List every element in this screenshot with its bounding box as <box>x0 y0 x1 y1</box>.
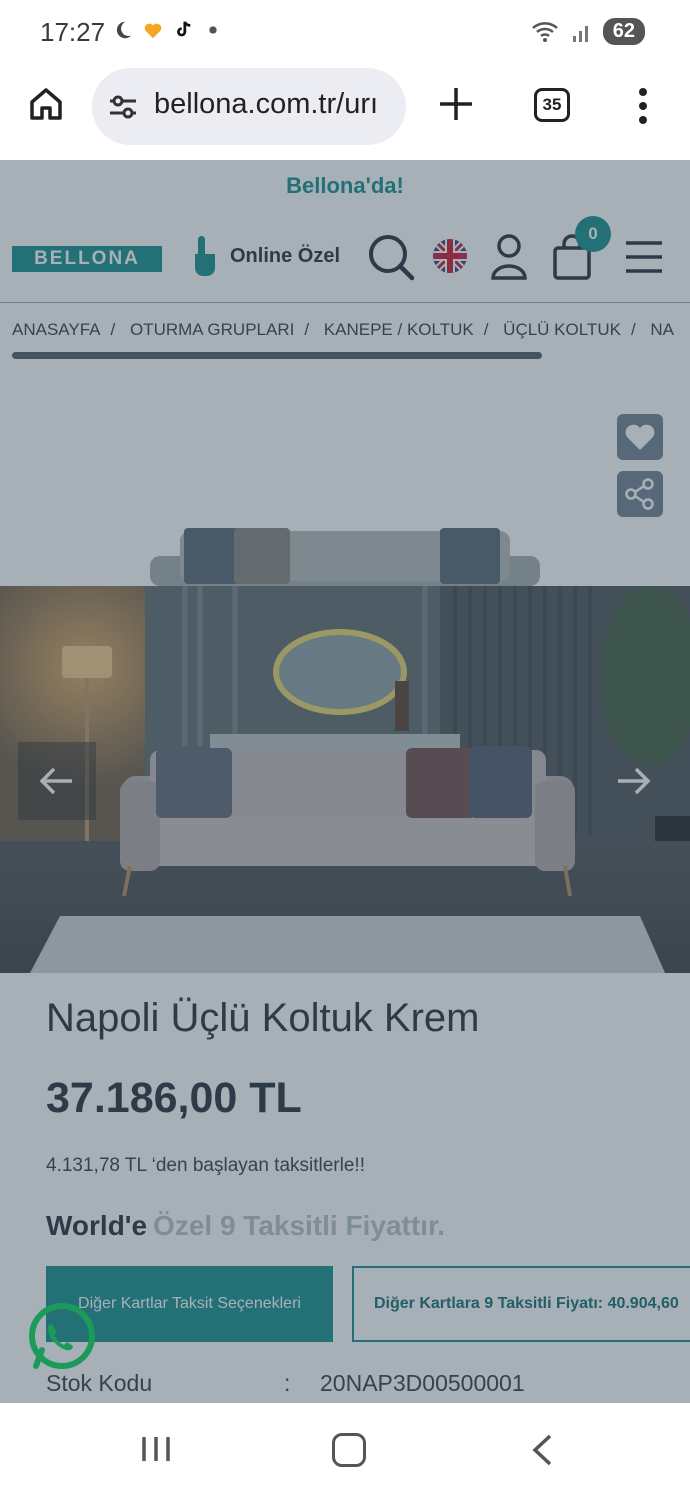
dot-icon <box>209 26 217 34</box>
breadcrumb-separator: / <box>304 320 310 339</box>
more-vert-icon[interactable] <box>636 86 650 126</box>
wifi-icon <box>531 21 558 42</box>
search-icon[interactable] <box>366 232 416 282</box>
promo-banner[interactable]: Bellona'da! <box>0 160 690 212</box>
product-image-carousel[interactable] <box>0 586 690 973</box>
heart-app-icon <box>144 23 162 39</box>
breadcrumb-item[interactable]: ANASAYFA <box>12 320 101 339</box>
installment-text: 4.131,78 TL ‘den başlayan taksitlerle!! <box>46 1155 365 1176</box>
favorite-button[interactable] <box>617 414 663 460</box>
status-time: 17:27 <box>40 17 106 47</box>
carousel-next-button[interactable] <box>594 742 672 820</box>
sofa-preview-image <box>150 528 540 586</box>
product-photo <box>0 586 690 973</box>
breadcrumb-separator: / <box>630 320 636 339</box>
product-title: Napoli Üçlü Koltuk Krem <box>46 996 480 1040</box>
system-nav-bar <box>0 1403 690 1495</box>
tune-icon[interactable] <box>108 92 138 122</box>
moon-icon <box>116 21 132 39</box>
recents-icon[interactable] <box>140 1435 172 1463</box>
status-notification-icons <box>112 18 224 42</box>
worlds-prefix: World'e <box>46 1210 148 1241</box>
arrow-right-icon <box>618 767 651 795</box>
battery-indicator: 62 <box>602 18 645 45</box>
back-icon[interactable] <box>530 1433 554 1467</box>
status-bar: 17:27 62 <box>0 0 690 66</box>
url-text: bellona.com.tr/urı <box>154 88 379 120</box>
whatsapp-icon[interactable] <box>24 1300 100 1376</box>
cart-count-badge: 0 <box>575 216 611 252</box>
user-icon[interactable] <box>490 232 528 282</box>
share-icon <box>625 478 654 510</box>
breadcrumb: ANASAYFA / OTURMA GRUPLARI / KANEPE / KOLT… <box>12 320 684 340</box>
uk-flag-icon[interactable] <box>432 238 468 274</box>
hamburger-icon[interactable] <box>624 240 664 274</box>
home-icon[interactable] <box>26 84 66 124</box>
breadcrumb-item[interactable]: ÜÇLÜ KOLTUK <box>503 320 621 339</box>
worlds-promo-text: World'e Özel 9 Taksitli Fiyattır. <box>46 1210 445 1242</box>
other-cards-price-button[interactable]: Diğer Kartlara 9 Taksitli Fiyatı: 40.904… <box>352 1266 690 1342</box>
stock-code-colon: : <box>284 1370 291 1396</box>
online-ozel-link[interactable]: Online Özel <box>190 234 340 278</box>
product-price: 37.186,00 TL <box>46 1074 302 1122</box>
browser-toolbar: bellona.com.tr/urı 35 <box>0 66 690 160</box>
arrow-left-icon <box>39 767 72 795</box>
tiktok-icon <box>177 21 191 37</box>
heart-icon <box>625 424 655 450</box>
url-bar[interactable]: bellona.com.tr/urı <box>92 68 406 145</box>
stock-code-value: 20NAP3D00500001 <box>320 1370 525 1396</box>
bellona-logo[interactable]: BELLONA <box>12 246 162 272</box>
breadcrumb-separator: / <box>483 320 489 339</box>
carousel-prev-button[interactable] <box>18 742 96 820</box>
breadcrumb-item[interactable]: OTURMA GRUPLARI <box>130 320 294 339</box>
web-page: Bellona'da! BELLONA Online Özel 0 ANASAY… <box>0 160 690 1403</box>
breadcrumb-item[interactable]: NA <box>650 320 674 339</box>
nav-home-button[interactable] <box>332 1433 366 1467</box>
plus-icon[interactable] <box>436 84 476 124</box>
header-divider <box>0 302 690 303</box>
worlds-suffix: Özel 9 Taksitli Fiyattır. <box>153 1210 446 1241</box>
hand-pointer-icon <box>195 236 215 276</box>
signal-icon <box>572 25 588 42</box>
tabs-icon[interactable]: 35 <box>534 88 570 122</box>
breadcrumb-item[interactable]: KANEPE / KOLTUK <box>324 320 474 339</box>
status-system-icons: 62 <box>531 18 645 45</box>
breadcrumb-separator: / <box>110 320 116 339</box>
share-button[interactable] <box>617 471 663 517</box>
online-ozel-label: Online Özel <box>230 244 341 267</box>
breadcrumb-scrollbar[interactable] <box>12 352 542 359</box>
